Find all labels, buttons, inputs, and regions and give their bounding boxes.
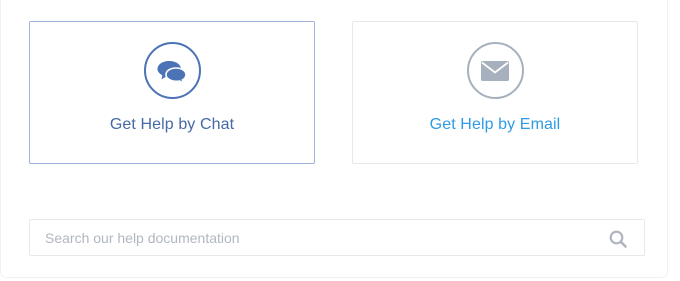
get-help-by-chat-card[interactable]: Get Help by Chat — [29, 21, 315, 164]
email-icon-circle — [466, 42, 524, 99]
help-search-box — [29, 219, 645, 256]
get-help-by-email-card[interactable]: Get Help by Email — [352, 21, 638, 164]
get-help-by-chat-label: Get Help by Chat — [109, 116, 235, 133]
help-search-input[interactable] — [30, 220, 590, 255]
chat-bubbles-icon — [157, 60, 187, 84]
get-help-by-email-label: Get Help by Email — [429, 116, 561, 133]
search-icon[interactable] — [609, 230, 627, 248]
envelope-icon — [481, 60, 509, 81]
chat-icon-circle — [143, 42, 201, 99]
